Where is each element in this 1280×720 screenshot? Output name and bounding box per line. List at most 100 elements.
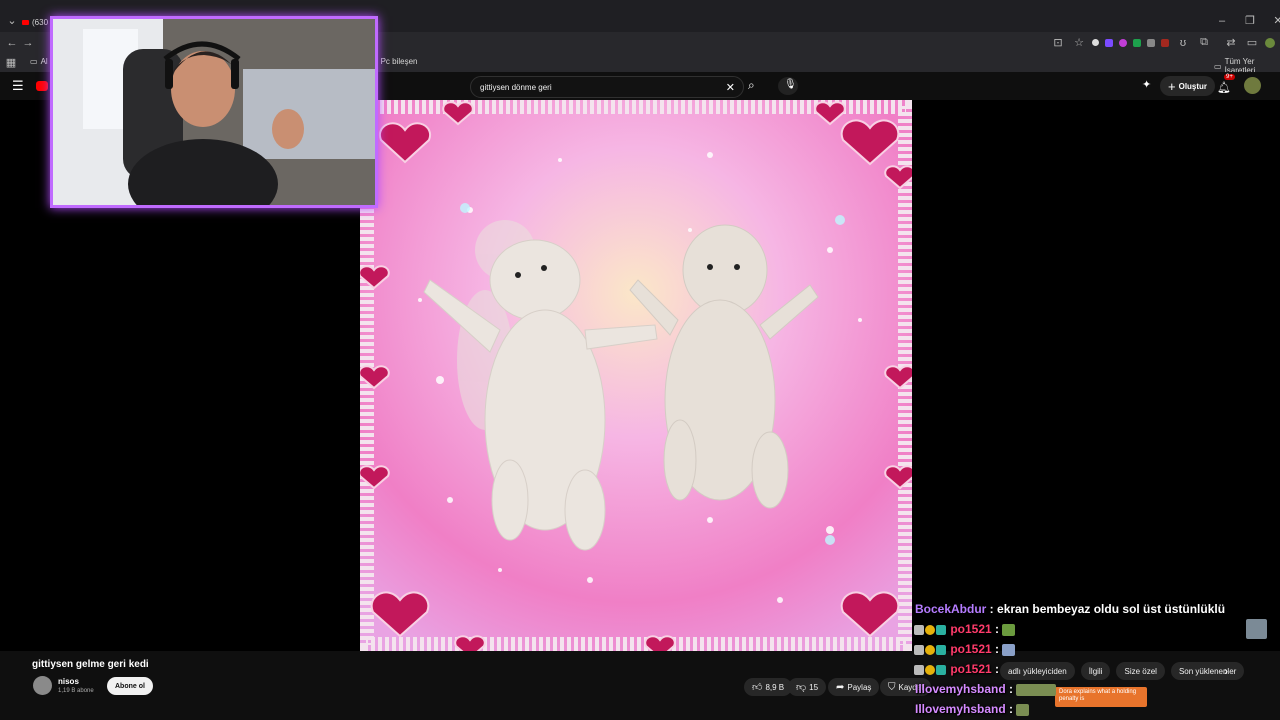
back-icon[interactable]: ←: [4, 37, 20, 49]
chip-recent[interactable]: Son yüklenenler: [1170, 662, 1245, 680]
badge-icon: [936, 644, 946, 655]
search-input[interactable]: gittiysen dönme geri: [480, 83, 726, 92]
chat-message: po1521 :: [914, 642, 1016, 656]
restore-icon[interactable]: ❐: [1242, 14, 1258, 27]
ai-sparkle-button[interactable]: ✦: [1142, 78, 1151, 91]
emote-icon: [1002, 643, 1016, 656]
chat-username: po1521: [950, 642, 992, 656]
account-avatar[interactable]: [1244, 77, 1261, 94]
bookmark-label: Al: [40, 57, 48, 66]
translate-icon[interactable]: ⇄: [1223, 36, 1239, 49]
install-app-icon[interactable]: ⊡: [1050, 36, 1066, 49]
badge-icon: [914, 664, 924, 675]
microphone-icon: 🎙︎: [784, 79, 797, 90]
chat-separator: :: [986, 602, 998, 616]
search-icon[interactable]: ⌕: [748, 78, 755, 93]
chat-avatar-thumbnail: [1246, 619, 1267, 639]
bell-icon: 🔔︎: [1217, 82, 1231, 94]
close-window-icon[interactable]: ✕: [1270, 14, 1280, 27]
chat-separator: :: [1005, 682, 1017, 696]
chat-username: po1521: [950, 662, 992, 676]
tab-title: (630: [32, 17, 49, 27]
extension-icon[interactable]: ʊ: [1175, 37, 1191, 49]
webcam-frame: [53, 19, 375, 229]
webcam-overlay: [50, 16, 378, 229]
thumbs-down-icon: 👎︎: [796, 682, 807, 693]
share-icon: ➦: [836, 681, 845, 693]
thumbs-up-icon: 👍︎: [752, 682, 763, 693]
emote-icon: [1002, 623, 1016, 636]
bookmark-folder-left[interactable]: ▭ Al: [30, 57, 48, 66]
folder-icon: ▭: [1214, 61, 1222, 71]
chat-separator: :: [991, 662, 1000, 676]
extensions-puzzle-icon[interactable]: ⧉: [1196, 36, 1212, 49]
badge-icon: [925, 624, 935, 635]
like-count: 8,9 B: [765, 682, 785, 692]
dislike-count: 15: [809, 682, 819, 692]
notifications-button[interactable]: 🔔︎ 9+: [1217, 74, 1235, 96]
like-button[interactable]: 👍︎ 8,9 B: [744, 678, 793, 696]
chip-for-you[interactable]: Size özel: [1116, 662, 1165, 680]
star-icon[interactable]: ☆: [1071, 36, 1087, 49]
video-frame: [360, 100, 912, 651]
chat-separator: :: [991, 642, 1003, 656]
minimize-icon[interactable]: –: [1214, 15, 1230, 27]
folder-icon: ▭: [30, 57, 38, 66]
plus-icon: +: [1168, 78, 1176, 94]
tab-list-button[interactable]: ⌄: [4, 14, 20, 27]
chat-message: po1521 :: [914, 662, 999, 676]
badge-icon: [925, 664, 935, 675]
extension-icon[interactable]: [1119, 38, 1127, 47]
badge-icon: [914, 644, 924, 655]
subscribe-button[interactable]: Abone ol: [107, 677, 153, 695]
chat-separator: :: [991, 622, 1003, 636]
clear-search-icon[interactable]: ✕: [726, 81, 735, 94]
voice-search-button[interactable]: 🎙︎: [778, 77, 798, 95]
dislike-button[interactable]: 👎︎ 15: [788, 678, 827, 696]
extension-icons: ⊡ ☆ ʊ ⧉ ⇄ ▭ ⋮: [1050, 36, 1280, 49]
video-info-bar: gittiysen gelme geri kedi nisos 1,19 B a…: [0, 651, 1280, 720]
extension-icon[interactable]: [1147, 38, 1155, 47]
sidebar-icon[interactable]: ▭: [1244, 36, 1260, 49]
sparkle-icon: ✦: [1142, 79, 1152, 91]
window-controls: – ❐ ✕: [1214, 14, 1280, 28]
emote-icon: [1016, 703, 1030, 716]
create-button[interactable]: + Oluştur: [1160, 76, 1216, 96]
youtube-favicon-icon: [22, 19, 29, 25]
extension-icon[interactable]: [1161, 38, 1169, 47]
chip-related[interactable]: İlgili: [1080, 662, 1111, 680]
ad-thumbnail[interactable]: Dora explains what a holding penalty is: [1055, 687, 1147, 707]
chat-username: po1521: [950, 622, 992, 636]
youtube-logo-icon[interactable]: [36, 81, 48, 91]
share-label: Paylaş: [847, 682, 872, 692]
extension-icon[interactable]: [1092, 39, 1099, 46]
extension-icon[interactable]: [1133, 38, 1141, 47]
bookmark-label: Pc bileşen: [380, 57, 418, 66]
video-title: gittiysen gelme geri kedi: [32, 659, 149, 670]
chat-username: Illovemyhsband: [915, 702, 1006, 716]
search-box[interactable]: gittiysen dönme geri ✕: [470, 76, 744, 98]
forward-icon[interactable]: →: [20, 37, 36, 49]
chip-from-uploader[interactable]: adlı yükleyiciden: [1000, 662, 1075, 680]
emote-icon: [1016, 683, 1057, 696]
channel-avatar[interactable]: [33, 676, 52, 695]
chat-text: ekran bembeyaz oldu sol üst üstünlüklü: [997, 602, 1226, 616]
profile-avatar[interactable]: [1265, 37, 1275, 48]
video-player[interactable]: [360, 100, 912, 651]
extension-icon[interactable]: [1105, 38, 1113, 47]
chat-username: Illovemyhsband: [915, 682, 1006, 696]
subscriber-count: 1,19 B abone: [58, 688, 94, 694]
chevron-right-icon[interactable]: ›: [1224, 664, 1228, 678]
create-label: Oluştur: [1178, 81, 1208, 91]
active-tab[interactable]: (630: [22, 14, 48, 30]
channel-name[interactable]: nisos: [58, 677, 79, 686]
badge-icon: [936, 664, 946, 675]
apps-grid-icon[interactable]: ▦: [3, 56, 19, 69]
badge-icon: [936, 624, 946, 635]
chat-message: BocekAbdur : ekran bembeyaz oldu sol üst…: [915, 602, 1225, 616]
chat-message: po1521 :: [914, 622, 1016, 636]
hamburger-menu-icon[interactable]: ☰: [12, 78, 24, 94]
share-button[interactable]: ➦ Paylaş: [828, 678, 880, 696]
chat-message: Illovemyhsband :: [915, 702, 1030, 716]
chat-separator: :: [1005, 702, 1017, 716]
